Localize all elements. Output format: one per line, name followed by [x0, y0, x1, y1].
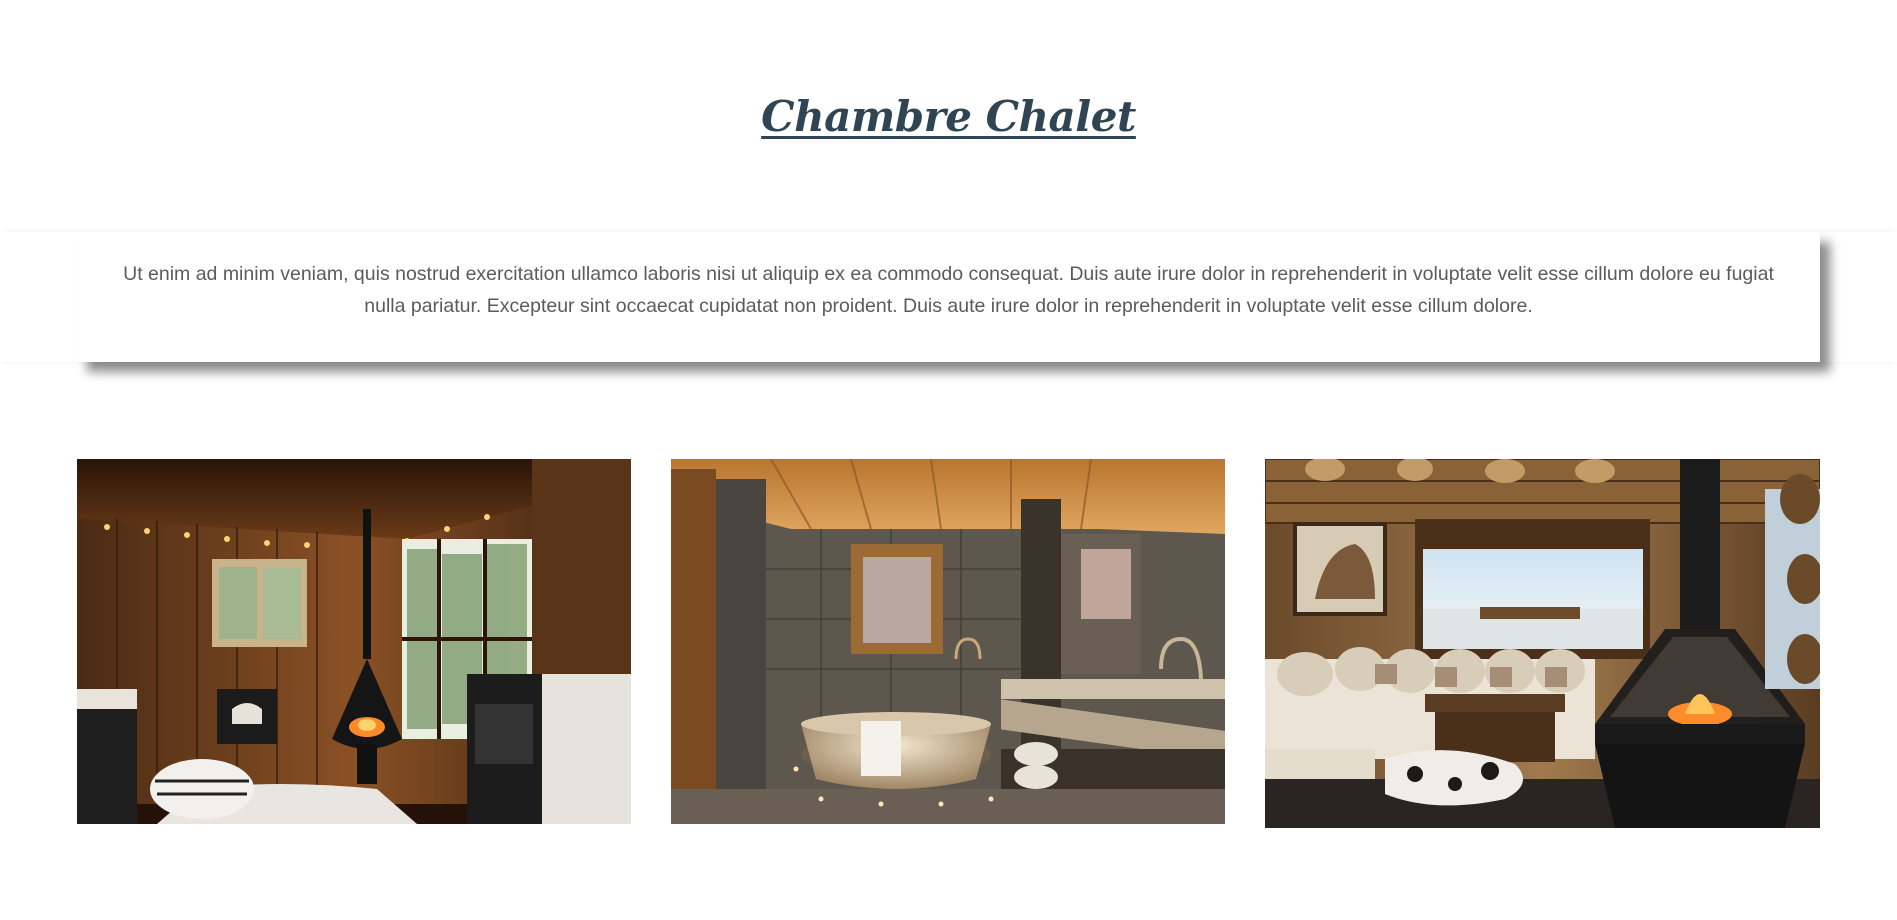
chalet-bathroom-photo[interactable]: [671, 459, 1225, 824]
title-section: Chambre Chalet: [0, 92, 1897, 141]
intro-card: Ut enim ad minim veniam, quis nostrud ex…: [77, 232, 1820, 362]
living-room-image: [77, 459, 631, 824]
page-title[interactable]: Chambre Chalet: [761, 92, 1136, 141]
bathroom-image: [671, 459, 1225, 824]
chalet-living-room-photo[interactable]: [77, 459, 631, 824]
chalet-lounge-fireplace-photo[interactable]: [1265, 459, 1820, 828]
intro-text: Ut enim ad minim veniam, quis nostrud ex…: [123, 263, 1774, 317]
lounge-image: [1265, 459, 1820, 828]
